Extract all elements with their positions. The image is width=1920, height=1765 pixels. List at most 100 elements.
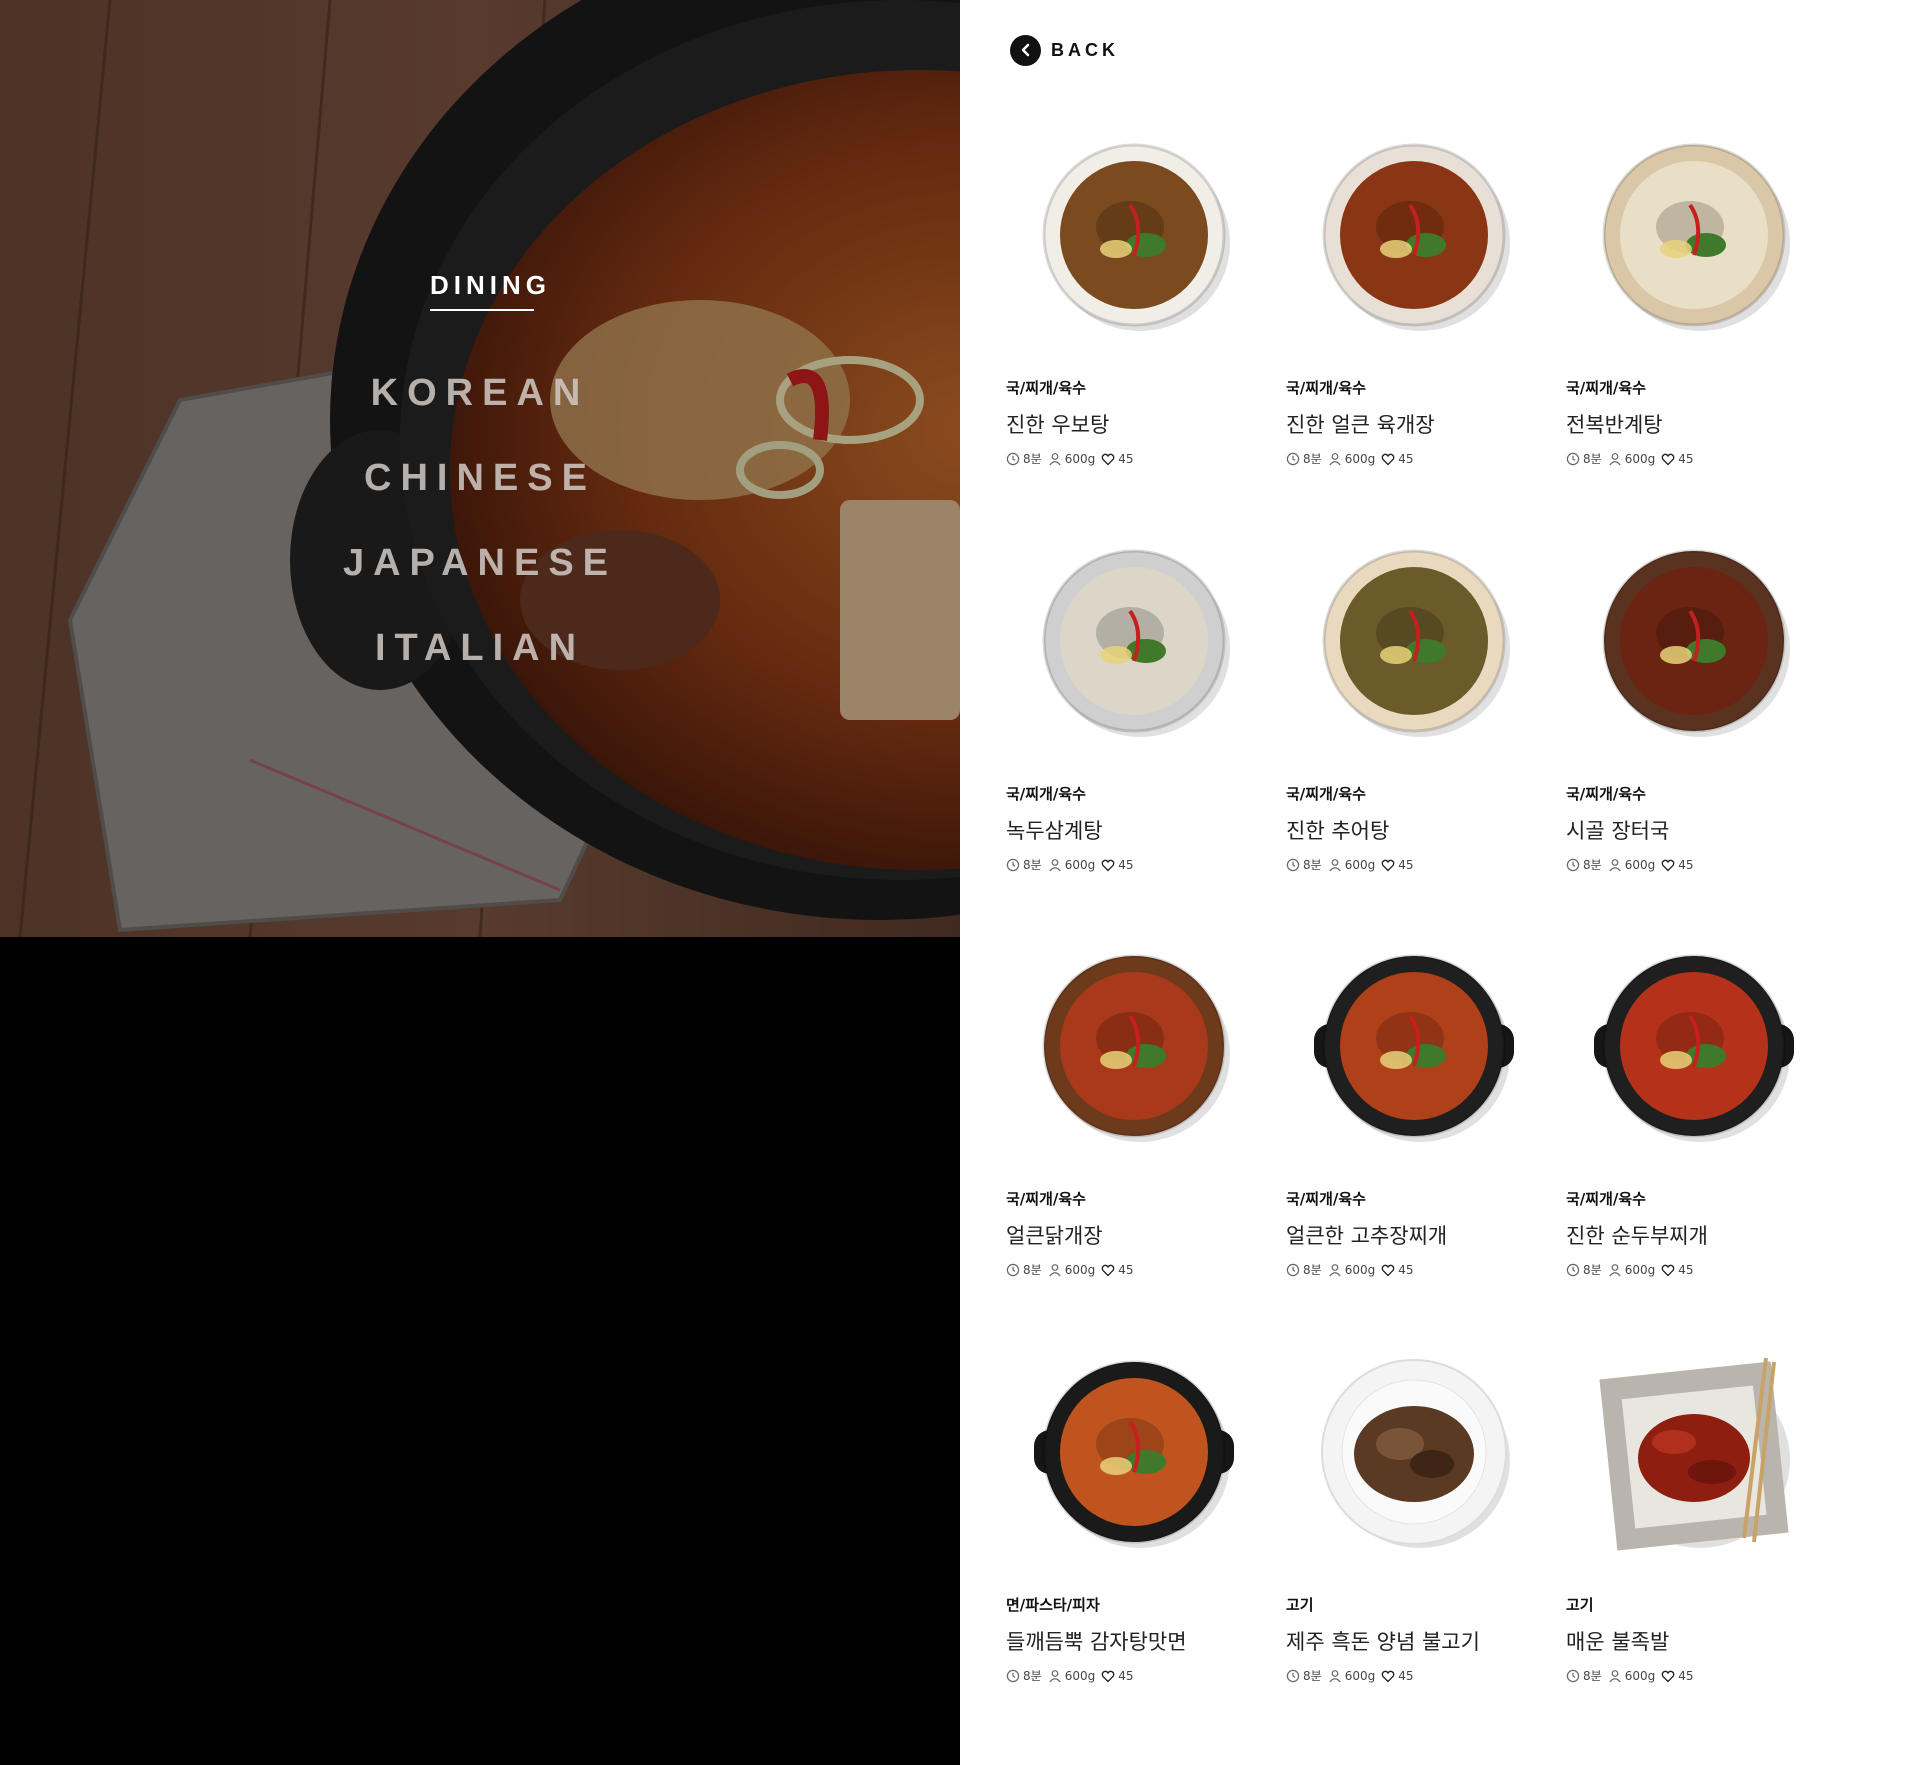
dish-likes: 45 xyxy=(1118,857,1134,872)
dish-name: 얼큰한 고추장찌개 xyxy=(1286,1224,1448,1248)
dish-weight: 600g xyxy=(1624,857,1656,872)
dish-category: 고기 xyxy=(1286,1596,1314,1614)
dish-photo xyxy=(1042,954,1230,1142)
dish-category: 국/찌개/육수 xyxy=(1006,785,1086,803)
dish-category: 고기 xyxy=(1566,1596,1594,1614)
left-blank-area xyxy=(0,937,960,1765)
dish-card[interactable]: 국/찌개/육수 진한 우보탕 8분 600g 45 xyxy=(1006,135,1266,495)
dish-card[interactable]: 국/찌개/육수 얼큰닭개장 8분 600g 45 xyxy=(1006,946,1266,1306)
chevron-left-icon xyxy=(1010,34,1041,66)
user-icon xyxy=(1609,452,1621,465)
user-icon xyxy=(1609,1263,1621,1276)
dish-meta: 8분 600g 45 xyxy=(1566,450,1700,467)
dish-name: 제주 흑돈 양념 불고기 xyxy=(1286,1630,1480,1654)
dish-meta: 8분 600g 45 xyxy=(1006,856,1140,873)
dish-category: 국/찌개/육수 xyxy=(1566,379,1646,397)
dish-card[interactable]: 국/찌개/육수 진한 얼큰 육개장 8분 600g 45 xyxy=(1286,135,1546,495)
user-icon xyxy=(1609,858,1621,871)
dish-meta: 8분 600g 45 xyxy=(1286,1667,1420,1684)
back-label: BACK xyxy=(1051,39,1119,60)
nav-chinese[interactable]: CHINESE xyxy=(330,457,630,500)
dish-card[interactable]: 국/찌개/육수 진한 순두부찌개 8분 600g 45 xyxy=(1566,946,1826,1306)
dish-likes: 45 xyxy=(1118,451,1134,466)
dish-category: 국/찌개/육수 xyxy=(1006,1190,1086,1208)
dish-category: 국/찌개/육수 xyxy=(1286,1190,1366,1208)
dish-time: 8분 xyxy=(1583,452,1602,466)
dish-name: 전복반계탕 xyxy=(1566,413,1663,437)
clock-icon xyxy=(1286,1669,1300,1682)
dish-likes: 45 xyxy=(1398,1668,1414,1683)
dish-likes: 45 xyxy=(1118,1668,1134,1683)
back-button[interactable]: BACK xyxy=(1010,34,1119,66)
clock-icon xyxy=(1286,452,1300,465)
dish-likes: 45 xyxy=(1678,857,1694,872)
dish-time: 8분 xyxy=(1583,1263,1602,1277)
dish-name: 녹두삼계탕 xyxy=(1006,819,1103,843)
clock-icon xyxy=(1286,858,1300,871)
heart-icon[interactable] xyxy=(1661,452,1675,466)
dish-likes: 45 xyxy=(1678,451,1694,466)
dish-meta: 8분 600g 45 xyxy=(1286,856,1420,873)
heart-icon[interactable] xyxy=(1381,858,1395,872)
clock-icon xyxy=(1006,858,1020,871)
dish-meta: 8분 600g 45 xyxy=(1006,1667,1140,1684)
dish-photo xyxy=(1599,1357,1790,1551)
dish-meta: 8분 600g 45 xyxy=(1286,1261,1420,1278)
heart-icon[interactable] xyxy=(1381,1669,1395,1683)
dish-name: 진한 추어탕 xyxy=(1286,819,1390,843)
nav-korean[interactable]: KOREAN xyxy=(330,372,630,415)
heart-icon[interactable] xyxy=(1381,1263,1395,1277)
dish-photo xyxy=(1602,549,1790,737)
user-icon xyxy=(1329,1669,1341,1682)
clock-icon xyxy=(1006,1263,1020,1276)
dish-card[interactable]: 국/찌개/육수 진한 추어탕 8분 600g 45 xyxy=(1286,541,1546,901)
heart-icon[interactable] xyxy=(1101,858,1115,872)
user-icon xyxy=(1329,858,1341,871)
heart-icon[interactable] xyxy=(1661,1263,1675,1277)
dish-card[interactable]: 국/찌개/육수 전복반계탕 8분 600g 45 xyxy=(1566,135,1826,495)
dish-weight: 600g xyxy=(1624,451,1656,466)
dish-category: 국/찌개/육수 xyxy=(1566,1190,1646,1208)
nav-italian[interactable]: ITALIAN xyxy=(330,627,630,670)
dish-category: 국/찌개/육수 xyxy=(1006,379,1086,397)
dish-photo xyxy=(1042,549,1230,737)
dish-weight: 600g xyxy=(1344,1668,1376,1683)
dish-card[interactable]: 면/파스타/피자 들깨듬뿍 감자탕맛면 8분 600g 45 xyxy=(1006,1352,1266,1712)
dish-card[interactable]: 국/찌개/육수 얼큰한 고추장찌개 8분 600g 45 xyxy=(1286,946,1546,1306)
dish-weight: 600g xyxy=(1064,1262,1096,1277)
dish-name: 매운 불족발 xyxy=(1566,1630,1670,1654)
clock-icon xyxy=(1286,1263,1300,1276)
dish-category: 국/찌개/육수 xyxy=(1286,379,1366,397)
dish-weight: 600g xyxy=(1064,857,1096,872)
dish-likes: 45 xyxy=(1678,1262,1694,1277)
dish-meta: 8분 600g 45 xyxy=(1566,856,1700,873)
dish-card[interactable]: 국/찌개/육수 녹두삼계탕 8분 600g 45 xyxy=(1006,541,1266,901)
nav-japanese[interactable]: JAPANESE xyxy=(330,542,630,585)
dish-name: 진한 우보탕 xyxy=(1006,413,1110,437)
heart-icon[interactable] xyxy=(1101,452,1115,466)
dish-time: 8분 xyxy=(1023,452,1042,466)
clock-icon xyxy=(1566,452,1580,465)
dish-meta: 8분 600g 45 xyxy=(1566,1261,1700,1278)
heart-icon[interactable] xyxy=(1661,1669,1675,1683)
heart-icon[interactable] xyxy=(1661,858,1675,872)
cuisine-nav: DINING KOREAN CHINESE JAPANESE ITALIAN xyxy=(0,0,960,937)
user-icon xyxy=(1049,858,1061,871)
dish-photo xyxy=(1042,143,1230,331)
dish-time: 8분 xyxy=(1023,1669,1042,1683)
dish-weight: 600g xyxy=(1344,1262,1376,1277)
dish-weight: 600g xyxy=(1624,1668,1656,1683)
heart-icon[interactable] xyxy=(1381,452,1395,466)
dish-time: 8분 xyxy=(1023,1263,1042,1277)
dish-likes: 45 xyxy=(1678,1668,1694,1683)
dish-photo xyxy=(1314,954,1514,1142)
nav-title: DINING xyxy=(430,270,546,311)
dish-likes: 45 xyxy=(1398,451,1414,466)
dish-card[interactable]: 고기 매운 불족발 8분 600g 45 xyxy=(1566,1352,1826,1712)
heart-icon[interactable] xyxy=(1101,1263,1115,1277)
dish-card[interactable]: 국/찌개/육수 시골 장터국 8분 600g 45 xyxy=(1566,541,1826,901)
dish-photo xyxy=(1602,143,1790,331)
dish-name: 시골 장터국 xyxy=(1566,819,1670,843)
dish-card[interactable]: 고기 제주 흑돈 양념 불고기 8분 600g 45 xyxy=(1286,1352,1546,1712)
heart-icon[interactable] xyxy=(1101,1669,1115,1683)
